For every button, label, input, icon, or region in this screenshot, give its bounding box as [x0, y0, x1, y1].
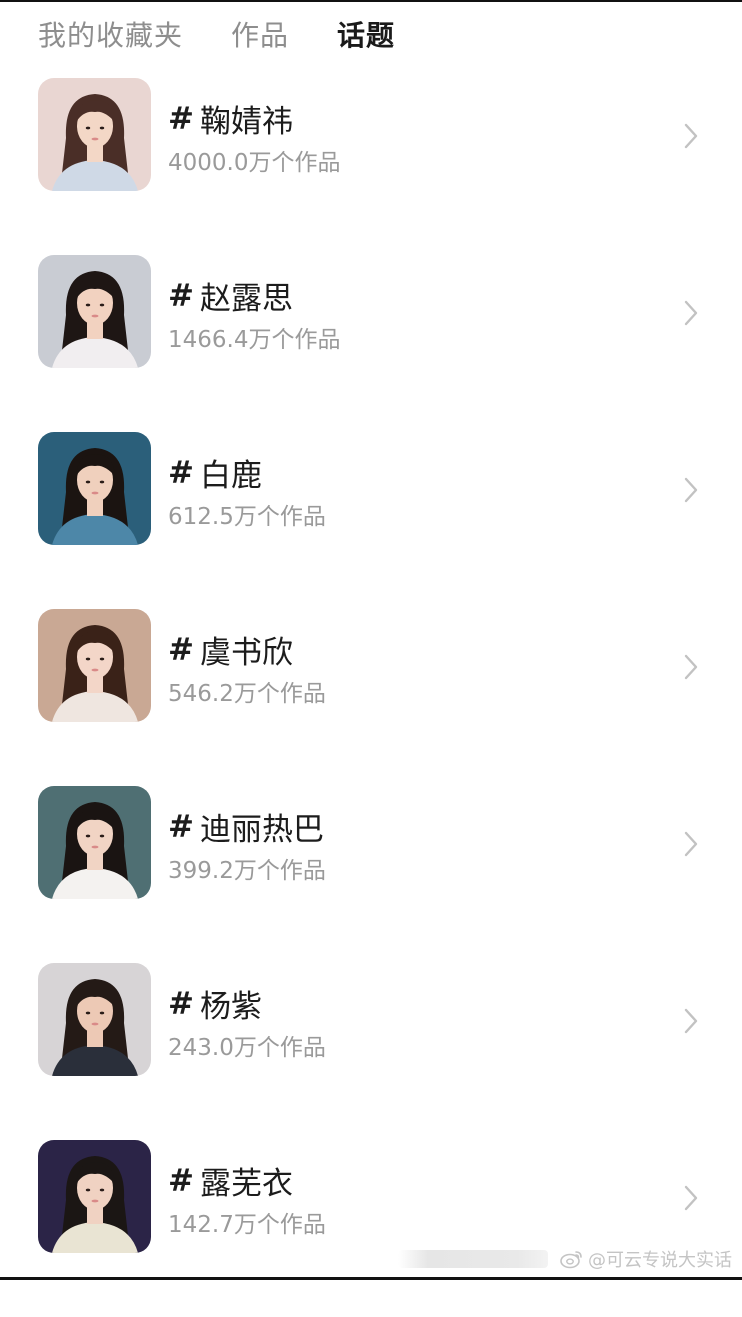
- chevron-right-icon: [684, 123, 698, 149]
- topic-name: 白鹿: [199, 458, 262, 494]
- topic-work-count: 612.5万个作品: [168, 504, 326, 530]
- chevron-right-icon: [684, 300, 698, 326]
- topic-work-count: 1466.4万个作品: [168, 327, 341, 353]
- topic-title: # 杨紫: [168, 981, 262, 1026]
- topic-thumbnail: [38, 1140, 151, 1253]
- topic-row[interactable]: # 虞书欣 546.2万个作品: [0, 609, 742, 786]
- topic-thumbnail: [38, 609, 151, 722]
- blurred-text: [398, 1250, 548, 1268]
- topic-name: 赵露思: [199, 281, 293, 317]
- topic-name: 杨紫: [199, 989, 262, 1025]
- topic-thumbnail: [38, 786, 151, 899]
- portrait-image: [38, 432, 151, 545]
- topic-work-count: 142.7万个作品: [168, 1212, 326, 1238]
- hashtag-icon: #: [168, 454, 194, 491]
- portrait-image: [38, 1140, 151, 1253]
- hashtag-icon: #: [168, 277, 194, 314]
- topic-row[interactable]: # 赵露思 1466.4万个作品: [0, 255, 742, 432]
- topic-name: 迪丽热巴: [199, 812, 324, 848]
- chevron-right-icon: [684, 1008, 698, 1034]
- topic-row[interactable]: # 白鹿 612.5万个作品: [0, 432, 742, 609]
- portrait-image: [38, 609, 151, 722]
- portrait-image: [38, 78, 151, 191]
- tab-bar: 我的收藏夹 作品 话题: [38, 12, 443, 56]
- topic-title: # 赵露思: [168, 273, 293, 318]
- topic-row[interactable]: # 鞠婧祎 4000.0万个作品: [0, 78, 742, 255]
- topic-work-count: 4000.0万个作品: [168, 150, 341, 176]
- chevron-right-icon: [684, 831, 698, 857]
- watermark: @可云专说大实话: [398, 1246, 732, 1272]
- watermark-text: @可云专说大实话: [588, 1250, 732, 1271]
- portrait-image: [38, 786, 151, 899]
- topic-thumbnail: [38, 255, 151, 368]
- topic-work-count: 546.2万个作品: [168, 681, 326, 707]
- topic-thumbnail: [38, 963, 151, 1076]
- weibo-logo-icon: [560, 1251, 582, 1269]
- portrait-image: [38, 255, 151, 368]
- topic-row[interactable]: # 迪丽热巴 399.2万个作品: [0, 786, 742, 963]
- hashtag-icon: #: [168, 808, 194, 845]
- topic-row[interactable]: # 杨紫 243.0万个作品: [0, 963, 742, 1140]
- chevron-right-icon: [684, 1185, 698, 1211]
- hashtag-icon: #: [168, 100, 194, 137]
- top-border: [0, 0, 742, 2]
- chevron-right-icon: [684, 654, 698, 680]
- topic-list: # 鞠婧祎 4000.0万个作品 # 赵露思 1466.4万个作品 # 白鹿 6…: [0, 78, 742, 1317]
- topic-title: # 露芜衣: [168, 1158, 293, 1203]
- topic-row[interactable]: # 露芜衣 142.7万个作品: [0, 1140, 742, 1317]
- topic-work-count: 243.0万个作品: [168, 1035, 326, 1061]
- topic-work-count: 399.2万个作品: [168, 858, 326, 884]
- topic-title: # 鞠婧祎: [168, 96, 293, 141]
- topic-name: 虞书欣: [199, 635, 293, 671]
- hashtag-icon: #: [168, 1162, 194, 1199]
- topic-name: 露芜衣: [199, 1166, 293, 1202]
- hashtag-icon: #: [168, 985, 194, 1022]
- topic-title: # 虞书欣: [168, 627, 293, 672]
- topic-thumbnail: [38, 78, 151, 191]
- chevron-right-icon: [684, 477, 698, 503]
- portrait-image: [38, 963, 151, 1076]
- topic-name: 鞠婧祎: [199, 104, 293, 140]
- tab-topics[interactable]: 话题: [337, 14, 395, 54]
- topic-thumbnail: [38, 432, 151, 545]
- topic-title: # 白鹿: [168, 450, 262, 495]
- hashtag-icon: #: [168, 631, 194, 668]
- tab-works[interactable]: 作品: [231, 14, 289, 54]
- tab-favorites[interactable]: 我的收藏夹: [38, 14, 183, 54]
- topic-title: # 迪丽热巴: [168, 804, 324, 849]
